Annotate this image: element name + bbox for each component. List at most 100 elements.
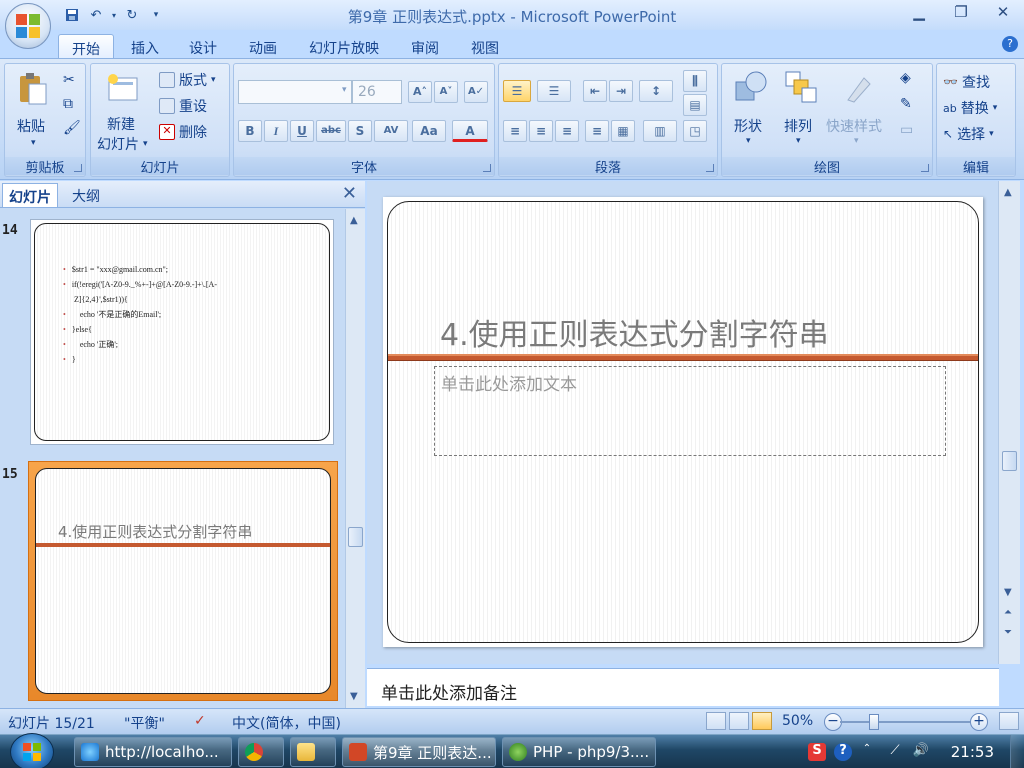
underline-button[interactable]: U — [290, 120, 314, 142]
font-name-combo[interactable] — [238, 80, 352, 104]
scroll-down-icon[interactable]: ▼ — [1004, 587, 1012, 598]
slideshow-view-icon[interactable] — [752, 712, 772, 730]
paste-dropdown-icon[interactable]: ▾ — [31, 138, 36, 148]
scroll-up-icon[interactable]: ▲ — [350, 215, 358, 226]
scroll-down-icon[interactable]: ▼ — [350, 691, 358, 702]
notes-pane[interactable]: 单击此处添加备注 — [367, 668, 999, 706]
zoom-slider[interactable] — [840, 721, 970, 723]
scroll-up-icon[interactable]: ▲ — [1004, 187, 1012, 198]
reset-button[interactable]: 重设 — [159, 96, 207, 116]
bullets-icon[interactable]: ☰ — [503, 80, 531, 102]
font-size-combo[interactable]: 26 — [352, 80, 402, 104]
paragraph-launcher-icon[interactable] — [706, 164, 714, 172]
zoom-slider-thumb[interactable] — [869, 714, 879, 730]
slide-thumbnail-14[interactable]: • $str1 = "xxx@gmail.com.cn"; • if(!eregi(… — [30, 219, 334, 445]
sogou-ime-icon[interactable]: S — [808, 743, 826, 761]
tab-slideshow[interactable]: 幻灯片放映 — [300, 34, 388, 58]
tab-view[interactable]: 视图 — [462, 34, 508, 58]
office-button[interactable] — [5, 3, 51, 49]
justify-icon[interactable]: ≡ — [585, 120, 609, 142]
slide-sorter-icon[interactable] — [729, 712, 749, 730]
slide-title[interactable]: 4.使用正则表达式分割字符串 — [440, 310, 829, 354]
decrease-indent-icon[interactable]: ⇤ — [583, 80, 607, 102]
zoom-level[interactable]: 50% — [782, 713, 813, 729]
copy-icon[interactable]: ⧉ — [63, 96, 73, 112]
taskbar-item-powerpoint[interactable]: 第9章 正则表达... — [342, 737, 496, 767]
taskbar-item-php[interactable]: PHP - php9/3.... — [502, 737, 656, 767]
distributed-icon[interactable]: ▦ — [611, 120, 635, 142]
close-icon[interactable]: ✕ — [342, 185, 357, 203]
close-button[interactable]: ✕ — [982, 0, 1024, 24]
find-button[interactable]: 👓 查找 — [943, 72, 990, 92]
restore-button[interactable]: ❐ — [940, 0, 982, 24]
quick-styles-button[interactable]: 快速样式 — [826, 116, 882, 136]
format-painter-icon[interactable]: 🖌 — [63, 120, 81, 136]
volume-icon[interactable]: 🔊 — [912, 743, 930, 761]
increase-indent-icon[interactable]: ⇥ — [609, 80, 633, 102]
body-placeholder[interactable]: 单击此处添加文本 — [434, 366, 946, 456]
previous-slide-icon[interactable]: ⏶ — [1004, 607, 1012, 618]
arrange-dropdown-icon[interactable]: ▾ — [796, 136, 801, 146]
align-left-icon[interactable]: ≡ — [503, 120, 527, 142]
layout-button[interactable]: 版式 ▾ — [159, 70, 216, 90]
help-icon[interactable]: ? — [1002, 36, 1018, 52]
replace-button[interactable]: ab 替换 ▾ — [943, 98, 997, 118]
shapes-button[interactable]: 形状 — [734, 116, 762, 136]
show-hidden-icons-icon[interactable]: ⌃ — [858, 743, 876, 761]
shape-fill-icon[interactable]: ◈ — [900, 70, 911, 86]
select-button[interactable]: ↖ 选择 ▾ — [943, 124, 994, 144]
thumbnail-scrollbar[interactable]: ▲ ▼ — [345, 209, 365, 708]
shrink-font-icon[interactable]: A˅ — [434, 81, 458, 103]
arrange-button[interactable]: 排列 — [784, 116, 812, 136]
clipboard-launcher-icon[interactable] — [74, 164, 82, 172]
delete-button[interactable]: ✕ 删除 — [159, 122, 207, 142]
next-slide-icon[interactable]: ⏷ — [1004, 627, 1012, 638]
change-case-button[interactable]: Aa — [412, 120, 446, 142]
align-center-icon[interactable]: ≡ — [529, 120, 553, 142]
language[interactable]: 中文(简体，中国) — [232, 713, 341, 733]
slide-scrollbar[interactable]: ▲ ▼ ⏶ ⏷ — [998, 181, 1020, 664]
tab-animation[interactable]: 动画 — [240, 34, 286, 58]
grow-font-icon[interactable]: A˄ — [408, 81, 432, 103]
smartart-icon[interactable]: ◳ — [683, 120, 707, 142]
line-spacing-icon[interactable]: ↕ — [639, 80, 673, 102]
tab-insert[interactable]: 插入 — [122, 34, 168, 58]
clear-format-icon[interactable]: A✓ — [464, 81, 488, 103]
quick-styles-dropdown-icon[interactable]: ▾ — [854, 136, 859, 146]
normal-view-icon[interactable] — [706, 712, 726, 730]
fit-to-window-icon[interactable] — [999, 712, 1019, 730]
tab-home[interactable]: 开始 — [58, 34, 114, 58]
current-slide[interactable]: 4.使用正则表达式分割字符串 单击此处添加文本 — [383, 197, 983, 647]
scroll-thumb[interactable] — [348, 527, 363, 547]
align-text-icon[interactable]: ▤ — [683, 94, 707, 116]
font-name-dropdown-icon[interactable]: ▾ — [342, 85, 347, 95]
taskbar-item-explorer[interactable] — [290, 737, 336, 767]
align-right-icon[interactable]: ≡ — [555, 120, 579, 142]
help-tray-icon[interactable]: ? — [834, 743, 852, 761]
spellcheck-icon[interactable]: ✓ — [194, 713, 206, 729]
tab-slides[interactable]: 幻灯片 — [2, 183, 58, 207]
new-slide-dropdown[interactable]: 幻灯片 ▾ — [97, 134, 148, 154]
scroll-thumb[interactable] — [1002, 451, 1017, 471]
new-slide-button[interactable]: 新建 — [107, 114, 135, 134]
start-button[interactable] — [10, 733, 54, 768]
shadow-button[interactable]: S — [348, 120, 372, 142]
show-desktop-button[interactable] — [1010, 735, 1024, 768]
tab-review[interactable]: 审阅 — [402, 34, 448, 58]
shape-effects-icon[interactable]: ▭ — [900, 122, 913, 138]
tab-outline[interactable]: 大纲 — [66, 183, 106, 207]
minimize-button[interactable]: ▁ — [898, 0, 940, 24]
tab-design[interactable]: 设计 — [180, 34, 226, 58]
font-launcher-icon[interactable] — [483, 164, 491, 172]
clock[interactable]: 21:53 — [951, 743, 994, 761]
bold-button[interactable]: B — [238, 120, 262, 142]
strikethrough-button[interactable]: abc — [316, 120, 346, 142]
shape-outline-icon[interactable]: ✎ — [900, 96, 912, 112]
drawing-launcher-icon[interactable] — [921, 164, 929, 172]
slide-thumbnail-15[interactable]: 4.使用正则表达式分割字符串 — [28, 461, 338, 701]
cut-icon[interactable]: ✂ — [63, 72, 75, 88]
columns-icon[interactable]: ▥ — [643, 120, 677, 142]
font-color-button[interactable]: A — [452, 120, 488, 142]
italic-button[interactable]: I — [264, 120, 288, 142]
numbering-icon[interactable]: ☰ — [537, 80, 571, 102]
